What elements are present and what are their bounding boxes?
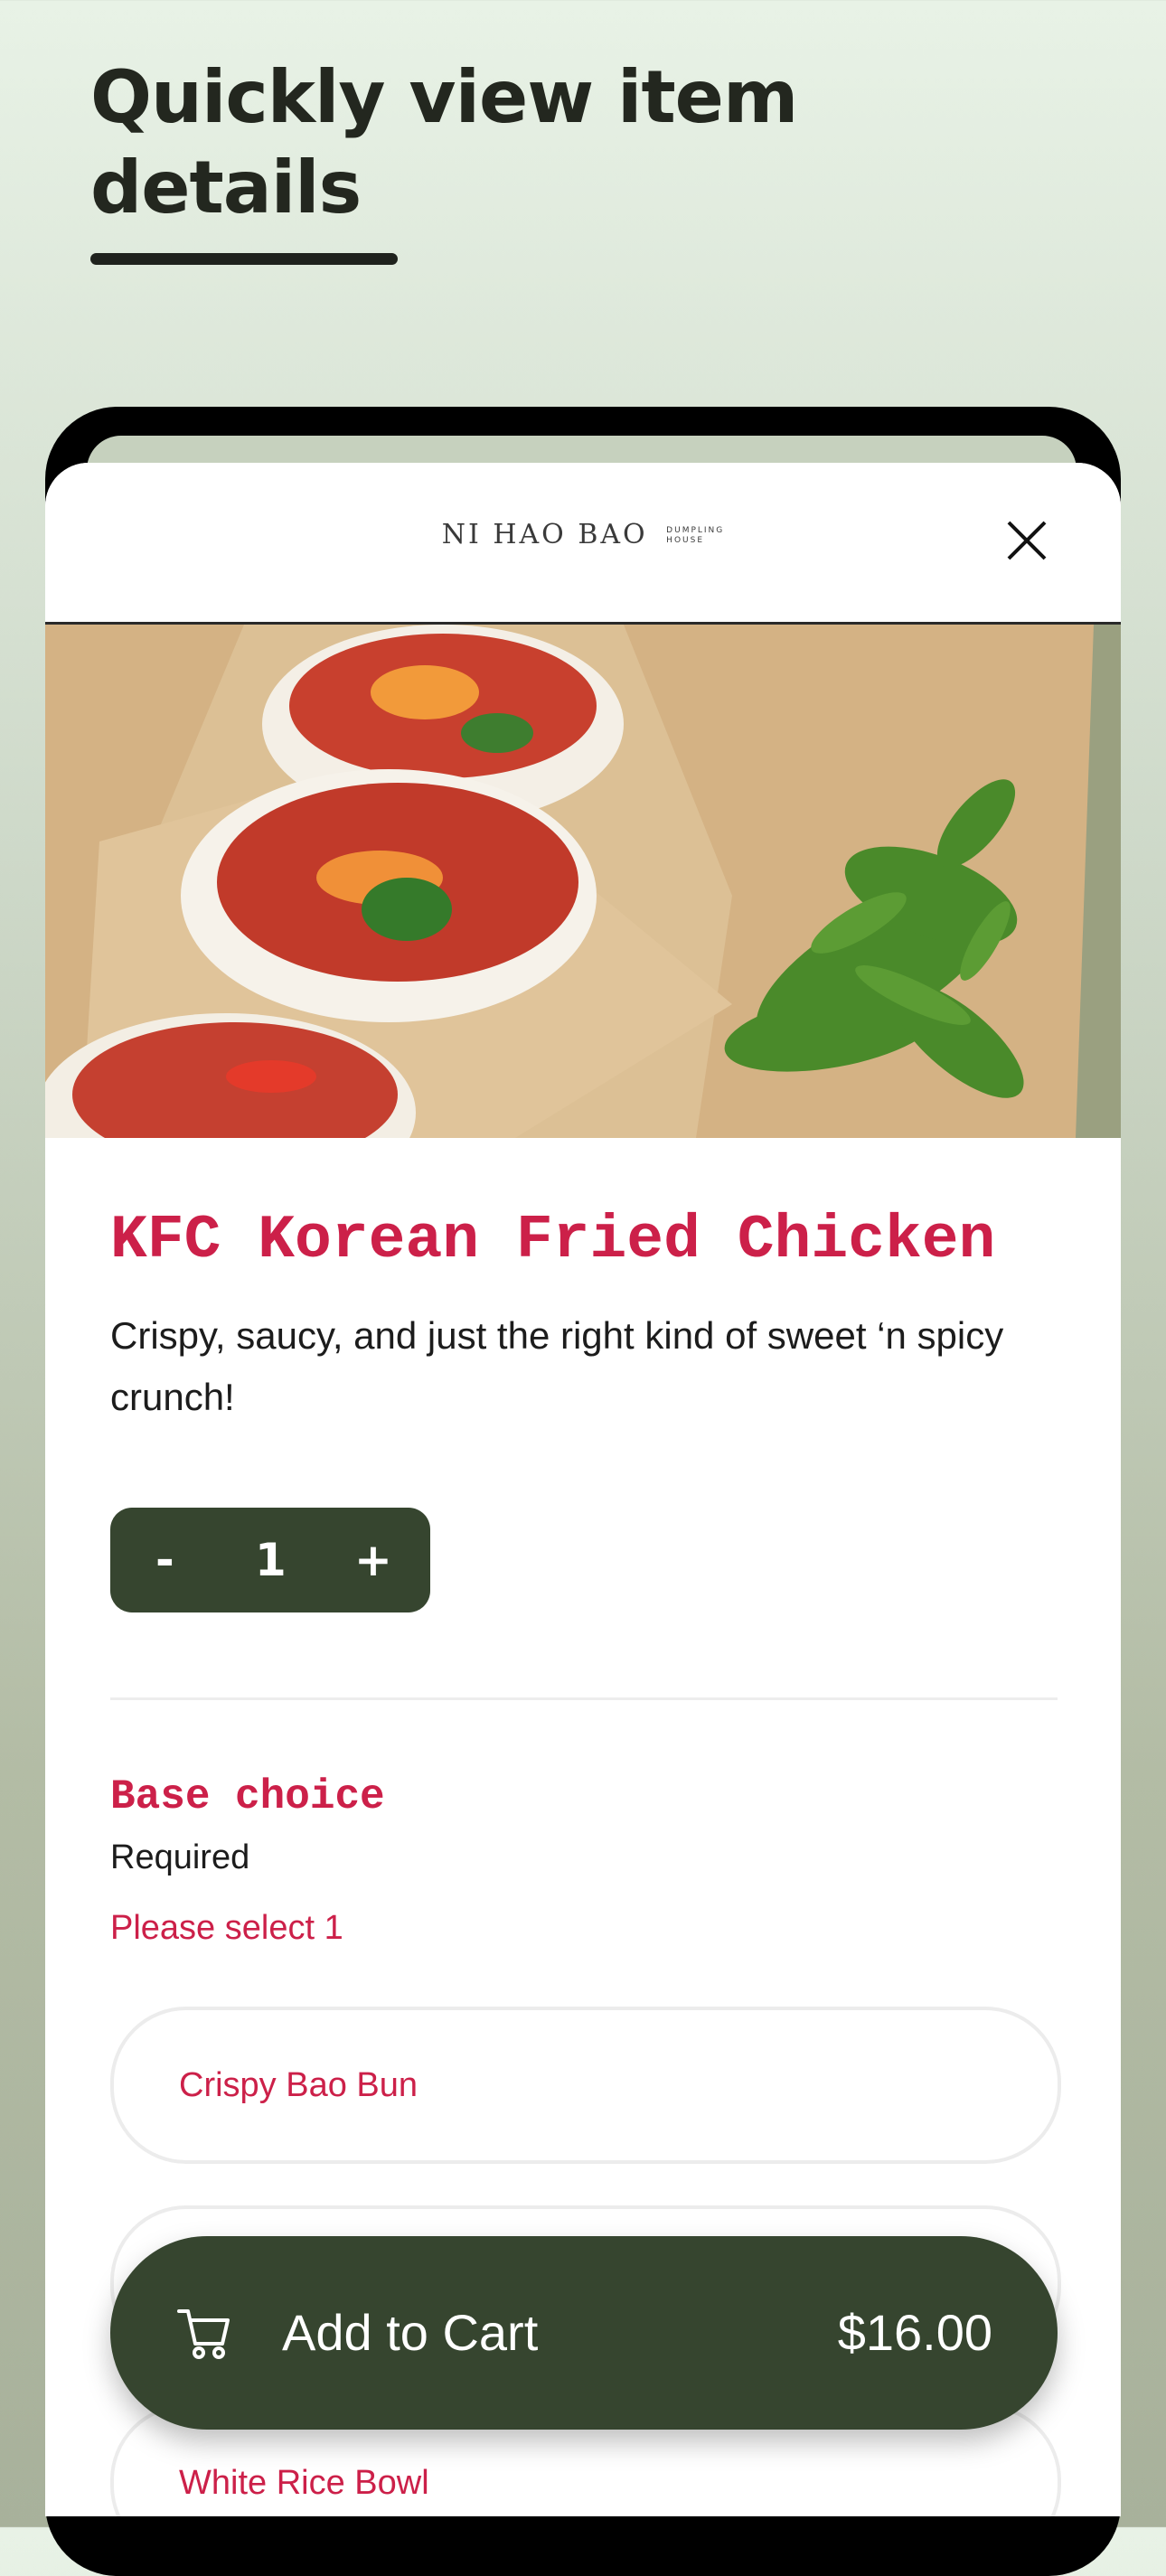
item-photo: [45, 625, 1121, 1138]
item-title: KFC Korean Fried Chicken: [110, 1206, 996, 1275]
logo-text: NI HAO BAO: [441, 519, 648, 550]
add-to-cart-label: Add to Cart: [282, 2304, 539, 2361]
base-choice-title: Base choice: [110, 1773, 385, 1820]
item-description: Crispy, saucy, and just the right kind o…: [110, 1314, 1004, 1418]
logo-sub-line-2: HOUSE: [666, 536, 705, 545]
section-divider: [110, 1697, 1058, 1700]
decrement-button[interactable]: -: [155, 1508, 174, 1612]
logo-subtext: DUMPLING HOUSE: [666, 526, 724, 546]
logo-sub-line-1: DUMPLING: [666, 526, 725, 535]
sheet-header: NI HAO BAO DUMPLING HOUSE: [45, 463, 1121, 625]
quantity-value: 1: [255, 1534, 287, 1586]
add-to-cart-button[interactable]: Add to Cart $16.00: [110, 2236, 1058, 2430]
cart-price: $16.00: [837, 2304, 992, 2361]
quantity-stepper: - 1 +: [110, 1508, 430, 1612]
restaurant-logo: NI HAO BAO DUMPLING HOUSE: [45, 519, 1121, 550]
option-label: Crispy Bao Bun: [179, 2066, 418, 2104]
headline-underline: [90, 253, 398, 265]
item-details-sheet: NI HAO BAO DUMPLING HOUSE KFC Korean Fri…: [45, 463, 1121, 2516]
close-icon: [1007, 521, 1047, 560]
close-button[interactable]: [1005, 519, 1048, 562]
base-choice-required: Required: [110, 1838, 250, 1876]
cart-icon: [177, 2309, 230, 2359]
base-choice-hint: Please select 1: [110, 1909, 343, 1947]
option-crispy-bao-bun[interactable]: Crispy Bao Bun: [110, 2007, 1061, 2164]
increment-button[interactable]: +: [354, 1508, 392, 1612]
page-headline: Quickly view item details: [90, 55, 798, 230]
food-illustration: [45, 625, 1121, 1138]
